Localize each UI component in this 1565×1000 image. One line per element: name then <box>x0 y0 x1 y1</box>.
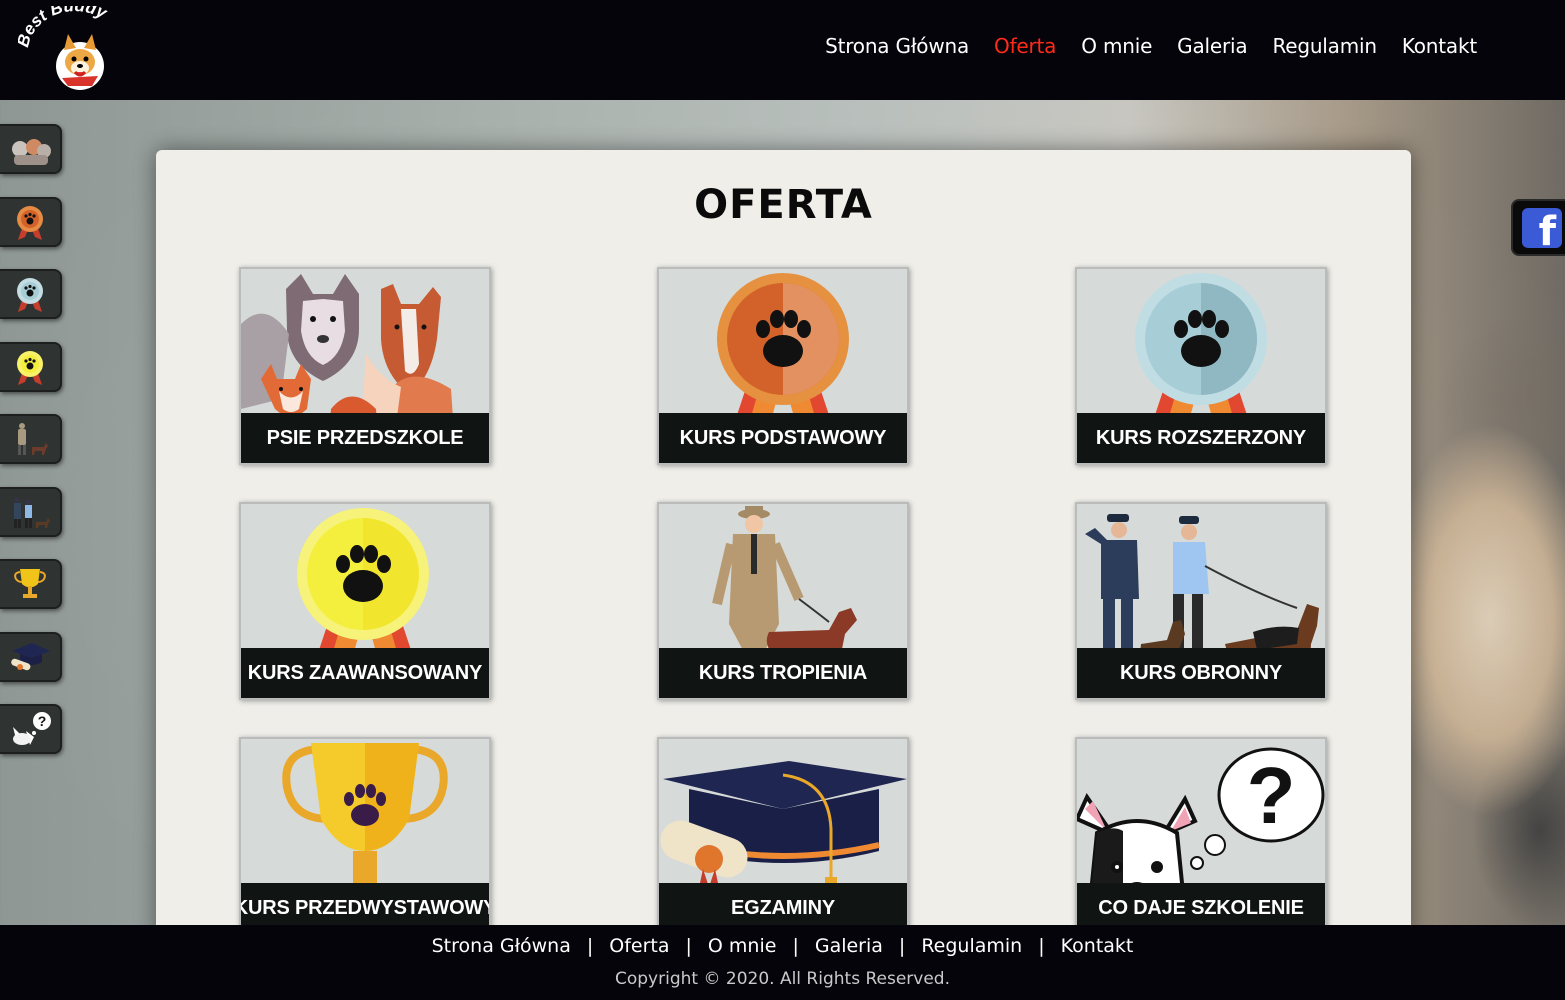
facebook-link[interactable]: f <box>1511 199 1565 256</box>
svg-text:?: ? <box>38 713 47 729</box>
badge-basic-icon <box>17 205 43 240</box>
trophy-icon <box>14 569 46 598</box>
footer-link-terms[interactable]: Regulamin <box>921 935 1022 957</box>
puppies-icon <box>12 139 51 165</box>
side-tracking-button[interactable] <box>0 414 62 464</box>
footer-nav: Strona Główna | Oferta | O mnie | Galeri… <box>0 935 1565 957</box>
nav-terms[interactable]: Regulamin <box>1272 34 1377 58</box>
side-advanced-button[interactable] <box>0 341 62 392</box>
offer-card-basic[interactable]: KURS PODSTAWOWY <box>657 267 909 465</box>
svg-text:Best Buddy: Best Buddy <box>18 6 111 49</box>
header: Best Buddy Strona Główna Oferta O mnie G… <box>0 0 1565 100</box>
offer-card-tracking[interactable]: KURS TROPIENIA <box>657 502 909 700</box>
offer-card-label: KURS TROPIENIA <box>659 648 907 698</box>
nav-offer[interactable]: Oferta <box>994 34 1056 58</box>
copyright: Copyright © 2020. All Rights Reserved. <box>615 969 950 989</box>
nav-about[interactable]: O mnie <box>1081 34 1152 58</box>
side-benefits-button[interactable]: ? <box>0 704 62 754</box>
footer-separator: | <box>792 935 799 957</box>
offer-card-label: PSIE PRZEDSZKOLE <box>241 413 489 463</box>
facebook-icon: f <box>1522 207 1562 248</box>
side-defense-button[interactable] <box>0 486 62 537</box>
side-exams-button[interactable] <box>0 631 62 682</box>
badge-advanced-icon <box>17 350 43 385</box>
nav-gallery[interactable]: Galeria <box>1177 34 1247 58</box>
footer-link-gallery[interactable]: Galeria <box>815 935 883 957</box>
offer-card-exams[interactable]: EGZAMINY <box>657 737 909 935</box>
graduation-cap-icon <box>11 642 50 670</box>
footer: Strona Główna | Oferta | O mnie | Galeri… <box>0 925 1565 1000</box>
offer-card-extended[interactable]: KURS ROZSZERZONY <box>1075 267 1327 465</box>
side-puppies-button[interactable] <box>0 124 62 174</box>
tracking-icon <box>18 423 48 455</box>
footer-link-about[interactable]: O mnie <box>708 935 777 957</box>
nav-home[interactable]: Strona Główna <box>825 34 969 58</box>
footer-link-home[interactable]: Strona Główna <box>432 935 571 957</box>
main-nav: Strona Główna Oferta O mnie Galeria Regu… <box>825 34 1477 58</box>
offer-card-advanced[interactable]: KURS ZAAWANSOWANY <box>239 502 491 700</box>
offer-panel: OFERTA PSIE PRZEDSZKOLE KURS PODSTAWOWY … <box>156 150 1411 940</box>
page-title: OFERTA <box>694 182 873 228</box>
footer-separator: | <box>898 935 906 957</box>
side-basic-button[interactable] <box>0 196 62 247</box>
question-dog-icon: ? <box>13 712 51 745</box>
svg-text:?: ? <box>1247 751 1296 840</box>
logo[interactable]: Best Buddy <box>13 0 130 96</box>
footer-separator: | <box>1038 935 1045 957</box>
offer-card-label: KURS OBRONNY <box>1077 648 1325 698</box>
nav-contact[interactable]: Kontakt <box>1402 34 1477 58</box>
footer-separator: | <box>586 935 594 957</box>
side-extended-button[interactable] <box>0 269 62 319</box>
footer-separator: | <box>685 935 692 957</box>
offer-card-defense[interactable]: KURS OBRONNY <box>1075 502 1327 700</box>
defense-icon <box>14 496 50 528</box>
footer-link-contact[interactable]: Kontakt <box>1061 935 1134 957</box>
side-trophy-button[interactable] <box>0 559 62 609</box>
offer-card-benefits[interactable]: ? CO DAJE SZKOLENIE <box>1075 737 1327 935</box>
offer-card-label: KURS ZAAWANSOWANY <box>241 648 489 698</box>
offer-card-label: KURS PODSTAWOWY <box>659 413 907 463</box>
side-quick-nav: ? <box>0 124 62 777</box>
footer-link-offer[interactable]: Oferta <box>609 935 669 957</box>
offer-card-preschool[interactable]: PSIE PRZEDSZKOLE <box>239 267 491 465</box>
offer-card-label: KURS ROZSZERZONY <box>1077 413 1325 463</box>
badge-extended-icon <box>17 278 43 312</box>
offer-card-preshow[interactable]: KURS PRZEDWYSTAWOWY <box>239 737 491 935</box>
